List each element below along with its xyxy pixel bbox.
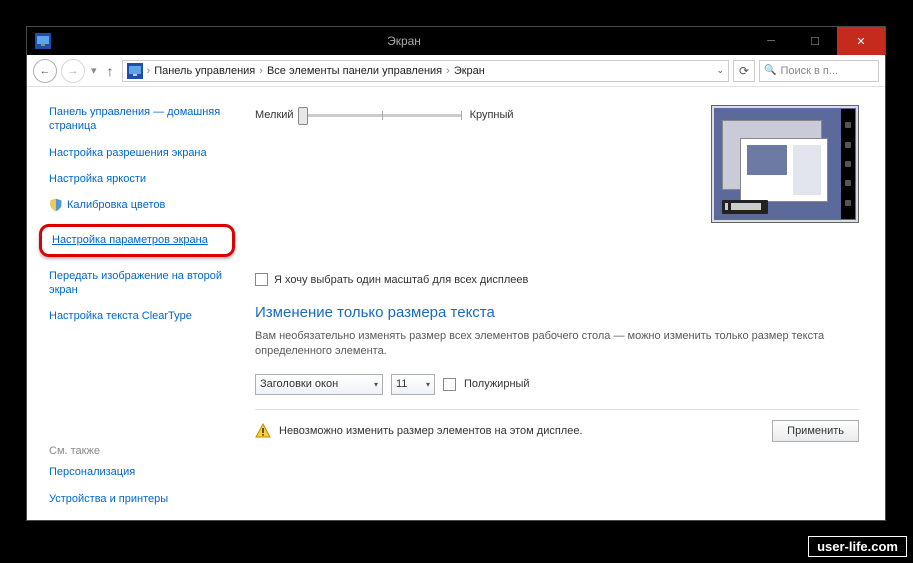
chevron-down-icon: ▾ [374,380,378,389]
warning-text: Невозможно изменить размер элементов на … [279,425,583,437]
minimize-button[interactable]: ─ [749,27,793,55]
content-pane: Мелкий Крупный [245,87,885,520]
single-scale-label: Я хочу выбрать один масштаб для всех дис… [274,274,528,286]
size-select[interactable]: 11▾ [391,374,435,395]
titlebar: Экран ─ ☐ ✕ [27,27,885,55]
chevron-right-icon: › [147,65,151,77]
refresh-button[interactable]: ⟳ [733,60,755,82]
sidebar: Панель управления — домашняя страница На… [27,87,245,520]
control-panel-window: Экран ─ ☐ ✕ ← → ▾ ↑ › Панель управления … [26,26,886,521]
sidebar-second-screen[interactable]: Передать изображение на второй экран [49,269,235,298]
sidebar-resolution[interactable]: Настройка разрешения экрана [49,146,235,160]
close-button[interactable]: ✕ [837,27,885,55]
scale-large-label: Крупный [470,109,514,121]
sidebar-calibration[interactable]: Калибровка цветов [49,198,235,212]
element-select[interactable]: Заголовки окон▾ [255,374,383,395]
chevron-right-icon: › [446,65,450,77]
monitor-icon [127,63,143,79]
section-title: Изменение только размера текста [255,304,859,321]
app-icon [35,33,51,49]
breadcrumb-item[interactable]: Панель управления [154,65,255,77]
breadcrumb[interactable]: › Панель управления › Все элементы панел… [122,60,729,82]
window-buttons: ─ ☐ ✕ [749,27,885,55]
up-button[interactable]: ↑ [103,63,118,79]
forward-button[interactable]: → [61,59,85,83]
bold-checkbox[interactable] [443,378,456,391]
shield-icon [49,198,63,212]
scale-slider[interactable] [302,105,462,125]
single-scale-checkbox[interactable] [255,273,268,286]
bold-label: Полужирный [464,378,530,390]
breadcrumb-item[interactable]: Экран [454,65,485,77]
divider [255,409,859,410]
maximize-button[interactable]: ☐ [793,27,837,55]
navigation-bar: ← → ▾ ↑ › Панель управления › Все элемен… [27,55,885,87]
back-button[interactable]: ← [33,59,57,83]
sidebar-brightness[interactable]: Настройка яркости [49,172,235,186]
sidebar-display-params[interactable]: Настройка параметров экрана [39,224,235,256]
breadcrumb-dropdown-icon[interactable]: ⌄ [716,65,724,76]
see-also-label: См. также [49,445,235,457]
sidebar-cleartype[interactable]: Настройка текста ClearType [49,309,235,323]
single-scale-row: Я хочу выбрать один масштаб для всех дис… [255,273,859,286]
body-area: Панель управления — домашняя страница На… [27,87,885,520]
section-desc: Вам необязательно изменять размер всех э… [255,329,859,360]
breadcrumb-item[interactable]: Все элементы панели управления [267,65,442,77]
slider-thumb[interactable] [298,107,308,125]
sidebar-personalization[interactable]: Персонализация [49,465,235,479]
apply-button[interactable]: Применить [772,420,859,442]
sidebar-home[interactable]: Панель управления — домашняя страница [49,105,235,134]
search-input[interactable]: Поиск в п... [759,60,879,82]
sidebar-devices[interactable]: Устройства и принтеры [49,492,235,506]
chevron-right-icon: › [259,65,263,77]
display-preview [711,105,859,223]
chevron-down-icon: ▾ [426,380,430,389]
scale-row: Мелкий Крупный [255,105,859,223]
window-title: Экран [59,34,749,48]
scale-labels: Мелкий Крупный [255,105,514,125]
watermark: user-life.com [808,536,907,557]
scale-small-label: Мелкий [255,109,294,121]
warning-icon [255,423,271,439]
text-size-controls: Заголовки окон▾ 11▾ Полужирный [255,374,859,395]
history-dropdown-icon[interactable]: ▾ [91,64,97,77]
warning-row: Невозможно изменить размер элементов на … [255,420,859,442]
